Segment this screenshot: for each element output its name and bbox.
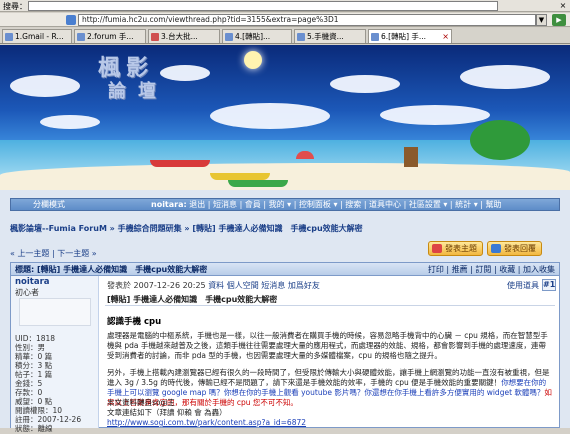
post-source-note: 本文資料轉自sogi王 [107, 398, 175, 407]
close-tab-icon[interactable]: × [442, 30, 449, 43]
tab-label: 1.Gmail - R... [15, 32, 64, 41]
boat-icon [210, 173, 270, 180]
new-topic-button[interactable]: 發表主題 [428, 241, 483, 256]
post-subject: [轉貼] 手機達人必備知識 手機cpu效能大解密 [107, 295, 278, 304]
thread-header: 標題: [轉貼] 手機達人必備知識 手機cpu效能大解密 打印 | 推薦 | 訂… [11, 263, 559, 276]
search-label: 搜尋： [3, 2, 27, 11]
reply-icon [491, 244, 501, 253]
tab-label: 3.台大批... [161, 32, 198, 41]
post-date: 發表於 2007-12-26 20:25 [107, 281, 206, 290]
post-link-note: 文章連結如下（拜讀 仰賴 會 為轟） [107, 408, 227, 417]
tab-ntu[interactable]: 3.台大批... [148, 29, 220, 43]
post-heading: 認識手機 cpu [107, 317, 162, 327]
search-toolbar: 搜尋： × [0, 0, 570, 12]
repost-favicon-icon [225, 33, 233, 41]
banner-logo-bottom: 論壇 [108, 81, 168, 102]
tab-forum[interactable]: 2.forum 手... [74, 29, 146, 43]
cloud-decoration [330, 75, 400, 93]
poster-action-links[interactable]: 資料 個人空間 短消息 加爲好友 [208, 281, 320, 290]
breadcrumb[interactable]: 楓影論壇--Fumia ForuM » 手機綜合問題研集 » [轉貼] 手機達人… [10, 223, 363, 234]
page-favicon-icon [66, 15, 76, 25]
new-topic-icon [432, 244, 442, 253]
thread-panel: 標題: [轉貼] 手機達人必備知識 手機cpu效能大解密 打印 | 推薦 | 訂… [10, 262, 560, 433]
poster-name[interactable]: noitara [15, 277, 50, 287]
boat-icon [228, 180, 288, 187]
forum-page: 分欄模式 noitara: 退出 | 短消息 | 會員 | 我的 ▾ | 控制面… [0, 190, 570, 433]
moon-icon [244, 51, 262, 69]
divider [105, 305, 555, 306]
tab-active-thread[interactable]: 6.[轉貼] 手... × [368, 29, 452, 43]
current-user[interactable]: noitara: [151, 200, 187, 209]
cloud-decoration [210, 103, 330, 129]
url-dropdown-button[interactable]: ▼ [536, 14, 547, 26]
nav-links: noitara: 退出 | 短消息 | 會員 | 我的 ▾ | 控制面板 ▾ |… [151, 199, 502, 210]
tab-repost[interactable]: 4.[轉貼]... [222, 29, 292, 43]
layout-mode-link[interactable]: 分欄模式 [33, 199, 65, 210]
ntu-favicon-icon [151, 33, 159, 41]
search-input[interactable] [28, 1, 498, 11]
forum-favicon-icon [77, 33, 85, 41]
reply-button[interactable]: 發表回覆 [487, 241, 542, 256]
poster-info-panel: noitara 初心者 UID：1818 性別：男 精華：0 篇 積分：3 點 … [11, 276, 99, 433]
palm-tree-icon [470, 120, 530, 160]
post-meta: 發表於 2007-12-26 20:25 資料 個人空間 短消息 加爲好友 [107, 280, 320, 291]
thread-favicon-icon [371, 33, 379, 41]
cloud-decoration [380, 105, 490, 125]
avatar [19, 298, 91, 326]
article-link[interactable]: http://www.sogi.com.tw/park/content.asp?… [107, 418, 553, 428]
umbrella-icon [296, 151, 314, 159]
url-input[interactable]: http://fumia.hc2u.com/viewthread.php?tid… [78, 14, 536, 26]
tab-label: 6.[轉貼] 手... [381, 32, 427, 41]
reply-label: 發表回覆 [504, 244, 536, 253]
tab-label: 4.[轉貼]... [235, 32, 271, 41]
tab-gmail[interactable]: 1.Gmail - R... [2, 29, 72, 43]
lifeguard-tower-icon [404, 147, 418, 167]
use-tools-link[interactable]: 使用道具 [507, 280, 539, 291]
go-button[interactable]: ▶ [552, 14, 566, 26]
post-text: 另外，手機上搭載內建瀏覽器已經有很久的一段時間了，但受限於傳輸大小與硬體效能，讓… [107, 368, 550, 387]
gmail-favicon-icon [5, 33, 13, 41]
poster-rank: 初心者 [15, 288, 39, 297]
thread-title: 標題: [轉貼] 手機達人必備知識 手機cpu效能大解密 [15, 265, 208, 274]
cloud-decoration [10, 75, 80, 97]
thread-operations[interactable]: 打印 | 推薦 | 訂閱 | 收藏 | 加入收集 [428, 264, 555, 275]
post-paragraph: 處理器是電腦的中樞系統，手機也是一樣，以往一般消費者在購買手機的時候，容易忽略手… [107, 331, 548, 360]
tab-phone-info[interactable]: 5.手機資... [294, 29, 366, 43]
thread-pager[interactable]: « 上一主題 | 下一主題 » [10, 248, 97, 259]
post-floor-number[interactable]: #1 [542, 279, 556, 291]
beach-decoration [0, 163, 570, 190]
boat-icon [150, 160, 210, 167]
new-topic-label: 發表主題 [445, 244, 477, 253]
cloud-decoration [460, 65, 550, 89]
tab-bar: 1.Gmail - R... 2.forum 手... 3.台大批... 4.[… [0, 28, 570, 44]
user-stat: 狀態：離線 [15, 424, 53, 433]
tab-label: 5.手機資... [307, 32, 344, 41]
cloud-decoration [40, 115, 100, 129]
forum-banner: 楓影 論壇 [0, 45, 570, 190]
phone-info-favicon-icon [297, 33, 305, 41]
tab-label: 2.forum 手... [87, 32, 134, 41]
nav-menu-items[interactable]: 退出 | 短消息 | 會員 | 我的 ▾ | 控制面板 ▾ | 搜索 | 道具中… [189, 200, 501, 209]
close-search-button[interactable]: × [558, 1, 568, 11]
address-bar: http://fumia.hc2u.com/viewthread.php?tid… [0, 13, 570, 27]
forum-navbar: 分欄模式 noitara: 退出 | 短消息 | 會員 | 我的 ▾ | 控制面… [10, 198, 560, 211]
article-url[interactable]: http://www.sogi.com.tw/park/content.asp?… [107, 418, 306, 427]
